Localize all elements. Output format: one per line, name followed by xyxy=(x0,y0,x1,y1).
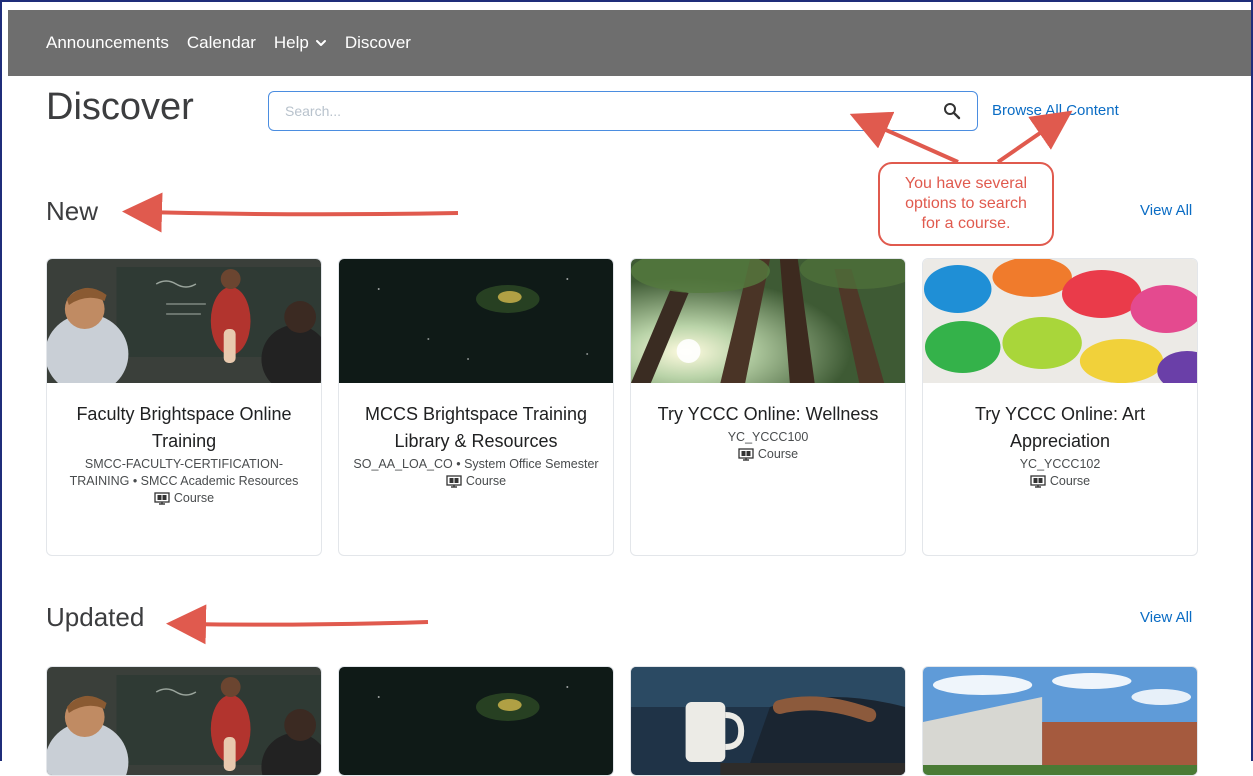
nav-discover[interactable]: Discover xyxy=(345,33,411,53)
card-body: Try YCCC Online: Art Appreciation YC_YCC… xyxy=(923,383,1197,498)
card-body: Faculty Brightspace Online Training SMCC… xyxy=(47,383,321,515)
nav-help-label: Help xyxy=(273,33,309,52)
course-icon xyxy=(1030,474,1046,488)
card-meta: YC_YCCC100 xyxy=(727,430,809,444)
card-type: Course xyxy=(57,491,311,505)
nav-menu: Announcements Calendar Help Discover xyxy=(46,33,429,53)
card-type: Course xyxy=(641,447,895,461)
nav-calendar[interactable]: Calendar xyxy=(187,33,256,53)
course-icon xyxy=(738,447,754,461)
watercolor-palette-photo xyxy=(923,259,1197,383)
arrow-new xyxy=(122,192,459,233)
course-card[interactable] xyxy=(922,666,1198,776)
classroom-photo xyxy=(47,259,321,383)
nav-announcements[interactable]: Announcements xyxy=(46,33,169,53)
chevron-down-icon xyxy=(315,40,326,46)
night-sky-photo xyxy=(339,667,613,775)
card-title: MCCS Brightspace Training Library & Reso… xyxy=(364,404,588,451)
card-title: Try YCCC Online: Wellness xyxy=(657,404,879,424)
course-card[interactable] xyxy=(46,666,322,776)
night-sky-photo xyxy=(339,259,613,383)
view-all-updated-link[interactable]: View All xyxy=(1140,609,1192,626)
course-card[interactable]: Try YCCC Online: Art Appreciation YC_YCC… xyxy=(922,258,1198,556)
course-card[interactable]: Faculty Brightspace Online Training SMCC… xyxy=(46,258,322,556)
view-all-new-link[interactable]: View All xyxy=(1140,202,1192,219)
campus-building-photo xyxy=(923,667,1197,775)
search-button[interactable] xyxy=(937,96,967,126)
card-type-label: Course xyxy=(173,491,215,505)
arrow-to-browse xyxy=(996,110,1073,164)
course-card[interactable]: Try YCCC Online: Wellness YC_YCCC100 Cou… xyxy=(630,258,906,556)
course-card[interactable] xyxy=(630,666,906,776)
arrow-updated xyxy=(166,604,429,645)
card-title: Faculty Brightspace Online Training xyxy=(76,404,292,451)
top-navbar: Announcements Calendar Help Discover xyxy=(8,10,1253,76)
course-icon xyxy=(154,491,170,505)
search-box xyxy=(268,91,978,131)
card-body: Try YCCC Online: Wellness YC_YCCC100 Cou… xyxy=(631,383,905,471)
classroom-photo xyxy=(47,667,321,775)
section-title-updated: Updated xyxy=(46,602,145,632)
card-meta: YC_YCCC102 xyxy=(1019,457,1101,471)
card-type: Course xyxy=(349,474,603,488)
card-meta: SMCC-FACULTY-CERTIFICATION-TRAINING • SM… xyxy=(69,457,299,488)
nav-help[interactable]: Help xyxy=(274,33,327,53)
card-type: Course xyxy=(933,474,1187,488)
card-type-label: Course xyxy=(1049,474,1091,488)
browse-all-content-link[interactable]: Browse All Content xyxy=(992,102,1119,119)
search-icon xyxy=(944,103,961,120)
forest-canopy-photo xyxy=(631,259,905,383)
card-type-label: Course xyxy=(465,474,507,488)
course-card[interactable] xyxy=(338,666,614,776)
section-title-new: New xyxy=(46,196,99,226)
card-body: MCCS Brightspace Training Library & Reso… xyxy=(339,383,613,498)
course-icon xyxy=(446,474,462,488)
card-type-label: Course xyxy=(757,447,799,461)
annotation-callout: You have several options to search for a… xyxy=(878,162,1054,246)
page-title: Discover xyxy=(46,86,194,128)
card-title: Try YCCC Online: Art Appreciation xyxy=(974,404,1146,451)
course-card[interactable]: MCCS Brightspace Training Library & Reso… xyxy=(338,258,614,556)
coffee-laptop-photo xyxy=(631,667,905,775)
card-meta: SO_AA_LOA_CO • System Office Semester xyxy=(353,457,599,471)
search-input[interactable] xyxy=(283,102,937,120)
